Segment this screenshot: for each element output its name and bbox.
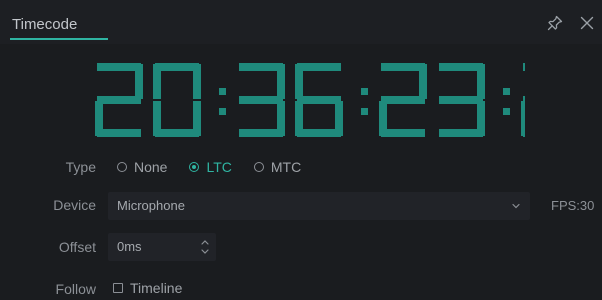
segment-a (155, 63, 199, 71)
separator-dot (219, 88, 226, 95)
timecode-digit (379, 63, 427, 137)
segment-b (419, 64, 427, 99)
segment-a (381, 63, 425, 71)
separator-dot (361, 88, 368, 95)
timecode-separator (219, 88, 226, 115)
timecode-digit (153, 63, 201, 137)
radio-ltc-label: LTC (206, 159, 232, 175)
device-select-value: Microphone (117, 198, 185, 213)
segment-g (523, 96, 525, 104)
offset-value: 0ms (117, 239, 142, 254)
separator-dot (503, 88, 510, 95)
checkbox-label: Timeline (130, 280, 183, 296)
radio-mtc-label: MTC (270, 159, 302, 175)
radio-mtc-indicator (253, 162, 264, 172)
follow-label: Follow (55, 281, 96, 297)
segment-f (295, 64, 303, 99)
device-select[interactable]: Microphone (108, 192, 530, 220)
segment-e (95, 101, 103, 136)
timecode-separator (361, 88, 368, 115)
close-icon[interactable] (578, 14, 596, 32)
segment-e (521, 101, 525, 136)
timecode-digit (439, 63, 485, 137)
segment-g (239, 96, 283, 104)
header-actions (546, 12, 596, 34)
segment-e (379, 101, 387, 136)
segment-d (381, 129, 425, 137)
pin-icon[interactable] (546, 14, 564, 32)
timecode-panel: Timecode Type None LTC MTC Device Microp… (0, 0, 602, 300)
radio-ltc[interactable]: LTC (189, 159, 232, 175)
offset-label: Offset (58, 239, 96, 255)
chevron-down-icon (512, 203, 520, 209)
radio-none-indicator (117, 162, 127, 172)
segment-a (97, 63, 141, 71)
segment-b (193, 64, 201, 99)
segment-d (439, 129, 483, 137)
type-radio-group: None LTC MTC (117, 155, 323, 179)
timecode-digit (521, 63, 525, 137)
radio-ltc-indicator (189, 162, 200, 172)
timecode-display (95, 63, 525, 137)
timecode-digit (95, 63, 143, 137)
segment-e (295, 101, 303, 136)
tab-timecode[interactable]: Timecode (10, 16, 108, 40)
separator-dot (503, 108, 510, 115)
type-label: Type (65, 159, 96, 175)
timecode-digit (239, 63, 285, 137)
segment-a (439, 63, 483, 71)
segment-d (239, 129, 283, 137)
segment-b (277, 64, 285, 99)
radio-none[interactable]: None (117, 159, 167, 175)
separator-dot (219, 108, 226, 115)
timecode-separator (503, 88, 510, 115)
segment-b (477, 64, 485, 99)
device-label: Device (53, 197, 96, 213)
segment-d (155, 129, 199, 137)
segment-b (135, 64, 143, 99)
segment-g (297, 96, 341, 104)
segment-g (97, 96, 141, 104)
timecode-digit (295, 63, 343, 137)
segment-a (297, 63, 341, 71)
segment-d (97, 129, 141, 137)
separator-dot (361, 108, 368, 115)
segment-g (381, 96, 425, 104)
segment-f (153, 64, 161, 99)
checkbox-indicator (113, 283, 123, 293)
radio-none-label: None (134, 159, 168, 175)
segment-g (439, 96, 483, 104)
follow-timeline-checkbox[interactable]: Timeline (113, 280, 182, 296)
segment-a (523, 63, 525, 71)
radio-mtc[interactable]: MTC (253, 159, 302, 175)
fps-readout: FPS:30 (551, 198, 595, 213)
segment-a (239, 63, 283, 71)
offset-stepper[interactable]: 0ms (108, 233, 216, 261)
stepper-arrows-icon[interactable] (200, 236, 210, 258)
segment-d (297, 129, 341, 137)
panel-header: Timecode (0, 0, 602, 44)
segment-e (153, 101, 161, 136)
